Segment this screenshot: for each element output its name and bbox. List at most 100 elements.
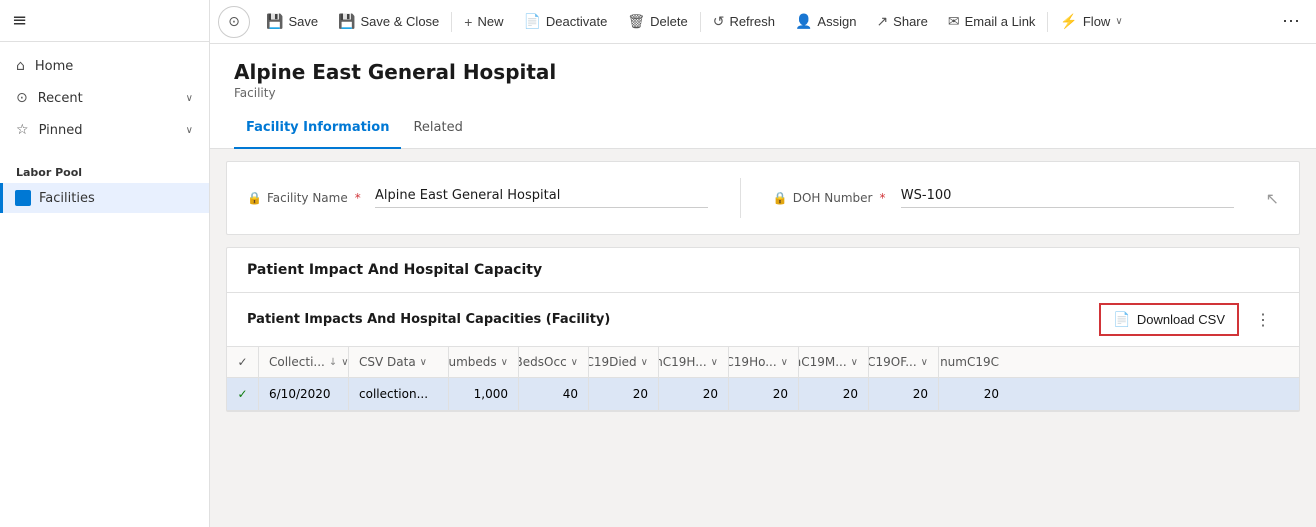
doh-number-field: 🔒 DOH Number * WS-100: [773, 188, 1234, 208]
sidebar-item-recent[interactable]: ⊙ Recent ∨: [0, 82, 209, 114]
col-chevron-1: ∨: [420, 357, 427, 368]
email-link-button[interactable]: ✉ Email a Link: [938, 0, 1046, 44]
facilities-icon: [15, 190, 31, 206]
flow-chevron-icon: ∨: [1115, 16, 1122, 27]
grid-header-numc19c[interactable]: numC19C: [939, 347, 1009, 377]
save-button[interactable]: 💾 Save: [256, 0, 328, 44]
grid-header-numc19ho[interactable]: numC19Ho... ∨: [729, 347, 799, 377]
flow-button[interactable]: ⚡ Flow ∨: [1050, 0, 1132, 44]
grid-header-numc19of[interactable]: numC19OF... ∨: [869, 347, 939, 377]
form-row-1: 🔒 Facility Name * Alpine East General Ho…: [247, 178, 1279, 218]
facility-name-label: 🔒 Facility Name *: [247, 191, 367, 205]
grid-header-csv[interactable]: CSV Data ∨: [349, 347, 449, 377]
row-numc19m: 20: [799, 378, 869, 410]
refresh-icon: ↺: [713, 13, 725, 30]
tab-facility-information[interactable]: Facility Information: [234, 112, 401, 149]
table-row[interactable]: ✓ 6/10/2020 collection... 1,000 40 20 20…: [227, 378, 1299, 411]
grid-header-check[interactable]: ✓: [227, 347, 259, 377]
delete-button[interactable]: 🗑 Delete: [617, 0, 697, 44]
header-checkmark: ✓: [237, 355, 247, 369]
col-chevron-0: ∨: [341, 357, 348, 368]
save-close-icon: 💾: [338, 13, 355, 30]
share-label: Share: [893, 14, 928, 29]
grid-header-numbedsOcc[interactable]: numBedsOcc ∨: [519, 347, 589, 377]
sidebar-item-recent-label: Recent: [38, 91, 83, 106]
field-divider: [740, 178, 741, 218]
sidebar-item-pinned[interactable]: ☆ Pinned ∨: [0, 114, 209, 146]
recent-chevron-icon: ∨: [186, 93, 193, 104]
row-numbeds: 1,000: [449, 378, 519, 410]
col-chevron-5: ∨: [711, 357, 718, 368]
grid-header: ✓ Collecti... ↓ ∨ CSV Data ∨ numbeds ∨: [227, 347, 1299, 378]
sidebar: ≡ ⌂ Home ⊙ Recent ∨ ☆ Pinned ∨ Labor Poo…: [0, 0, 210, 527]
more-button[interactable]: ⋯: [1274, 11, 1308, 32]
row-date: 6/10/2020: [259, 378, 349, 410]
facility-name-field: 🔒 Facility Name * Alpine East General Ho…: [247, 188, 708, 208]
row-numbedsOcc: 40: [519, 378, 589, 410]
assign-button[interactable]: 👤 Assign: [785, 0, 866, 44]
lock-icon-1: 🔒: [247, 191, 262, 205]
required-marker-2: *: [879, 191, 885, 205]
pinned-chevron-icon: ∨: [186, 125, 193, 136]
lock-icon-2: 🔒: [773, 191, 788, 205]
sub-section-title: Patient Impact And Hospital Capacity: [227, 248, 1299, 293]
download-csv-label: Download CSV: [1137, 312, 1225, 327]
row-csv: collection...: [349, 378, 449, 410]
toolbar-separator-3: [1047, 12, 1048, 32]
doh-number-label: 🔒 DOH Number *: [773, 191, 893, 205]
main-area: ⊙ 💾 Save 💾 Save & Close + New 📄 Deactiva…: [210, 0, 1316, 527]
history-button[interactable]: ⊙: [218, 6, 250, 38]
grid: ✓ Collecti... ↓ ∨ CSV Data ∨ numbeds ∨: [227, 347, 1299, 411]
history-icon: ⊙: [228, 14, 240, 30]
deactivate-button[interactable]: 📄 Deactivate: [513, 0, 617, 44]
hamburger-icon[interactable]: ≡: [12, 10, 27, 31]
sub-section-capacity: Patient Impact And Hospital Capacity Pat…: [226, 247, 1300, 412]
record-subtitle: Facility: [234, 86, 1292, 100]
col-chevron-4: ∨: [641, 357, 648, 368]
col-chevron-6: ∨: [781, 357, 788, 368]
deactivate-icon: 📄: [523, 13, 540, 30]
deactivate-label: Deactivate: [546, 14, 607, 29]
col-chevron-7: ∨: [851, 357, 858, 368]
cursor-indicator: ↖: [1266, 189, 1279, 208]
grid-header-numc19died[interactable]: numC19Died ∨: [589, 347, 659, 377]
toolbar: ⊙ 💾 Save 💾 Save & Close + New 📄 Deactiva…: [210, 0, 1316, 44]
sub-section-more-button[interactable]: ⋮: [1247, 306, 1279, 334]
sidebar-item-home[interactable]: ⌂ Home: [0, 50, 209, 82]
sidebar-item-facilities[interactable]: Facilities: [0, 183, 209, 213]
share-button[interactable]: ↗ Share: [866, 0, 937, 44]
toolbar-separator-1: [451, 12, 452, 32]
facility-name-value[interactable]: Alpine East General Hospital: [375, 188, 708, 208]
col-chevron-2: ∨: [501, 357, 508, 368]
grid-header-date[interactable]: Collecti... ↓ ∨: [259, 347, 349, 377]
save-close-button[interactable]: 💾 Save & Close: [328, 0, 449, 44]
refresh-label: Refresh: [729, 14, 775, 29]
grid-header-numbeds[interactable]: numbeds ∨: [449, 347, 519, 377]
toolbar-separator-2: [700, 12, 701, 32]
pinned-icon: ☆: [16, 122, 29, 138]
content-area: Alpine East General Hospital Facility Fa…: [210, 44, 1316, 527]
grid-header-numc19h[interactable]: numC19H... ∨: [659, 347, 729, 377]
refresh-button[interactable]: ↺ Refresh: [703, 0, 785, 44]
grid-header-numc19m[interactable]: numC19M... ∨: [799, 347, 869, 377]
sidebar-nav: ⌂ Home ⊙ Recent ∨ ☆ Pinned ∨: [0, 42, 209, 154]
sidebar-section-label: Labor Pool: [0, 154, 209, 183]
delete-label: Delete: [650, 14, 688, 29]
email-icon: ✉: [948, 13, 960, 30]
delete-icon: 🗑: [627, 13, 645, 30]
col-chevron-8: ∨: [921, 357, 928, 368]
row-numc19of: 20: [869, 378, 939, 410]
doh-number-value[interactable]: WS-100: [901, 188, 1234, 208]
assign-label: Assign: [817, 14, 856, 29]
home-icon: ⌂: [16, 58, 25, 74]
tab-bar: Facility Information Related: [234, 112, 1292, 148]
row-check[interactable]: ✓: [227, 378, 259, 410]
sidebar-item-facilities-label: Facilities: [39, 191, 95, 206]
save-icon: 💾: [266, 13, 283, 30]
new-icon: +: [464, 14, 472, 30]
download-csv-button[interactable]: 📄 Download CSV: [1099, 303, 1239, 336]
new-button[interactable]: + New: [454, 0, 513, 44]
required-marker-1: *: [355, 191, 361, 205]
tab-related[interactable]: Related: [401, 112, 474, 149]
flow-label: Flow: [1083, 14, 1110, 29]
